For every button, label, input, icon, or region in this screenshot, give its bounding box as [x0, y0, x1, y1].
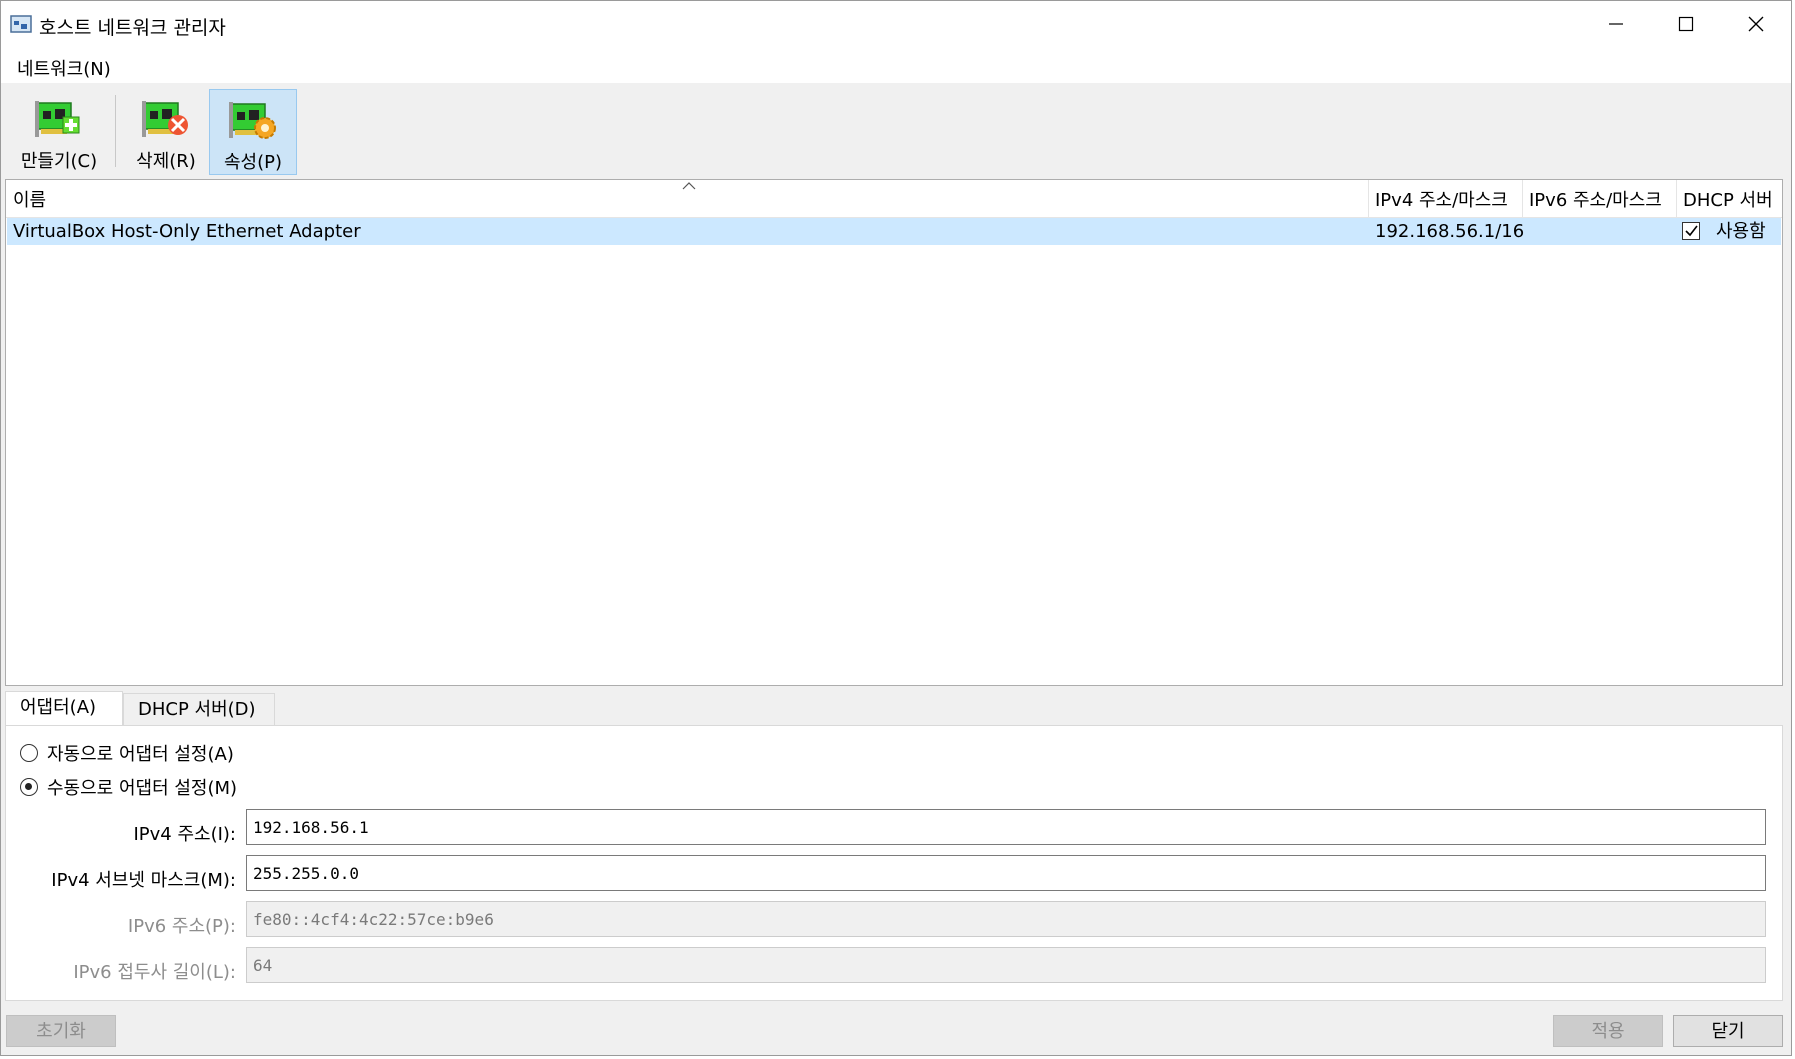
column-ipv4[interactable]: IPv4 주소/마스크 — [1368, 180, 1522, 217]
apply-button[interactable]: 적용 — [1553, 1015, 1663, 1047]
toolbar: 만들기(C) 삭제(R) 속성(P) — [1, 83, 1791, 179]
ipv4-mask-label: IPv4 서브넷 마스크(M): — [51, 870, 236, 891]
title-bar: 호스트 네트워크 관리자 — [1, 1, 1791, 47]
tab-dhcp-server[interactable]: DHCP 서버(D) — [123, 693, 275, 725]
adapter-name: VirtualBox Host-Only Ethernet Adapter — [13, 221, 361, 242]
network-list[interactable]: 이름 IPv4 주소/마스크 IPv6 주소/마스크 DHCP 서버 Virtu… — [5, 179, 1783, 686]
create-button[interactable]: 만들기(C) — [11, 89, 107, 175]
close-window-button[interactable] — [1721, 1, 1791, 47]
maximize-button[interactable] — [1651, 1, 1721, 47]
ipv4-address-label: IPv4 주소(I): — [133, 824, 236, 845]
checkmark-icon — [1685, 225, 1698, 237]
ipv6-address-label: IPv6 주소(P): — [127, 916, 236, 937]
app-network-icon — [10, 14, 32, 34]
radio-checked[interactable] — [20, 778, 38, 796]
properties-label: 속성(P) — [223, 152, 283, 173]
maximize-icon — [1678, 16, 1694, 32]
ipv6-prefix-label: IPv6 접두사 길이(L): — [73, 962, 236, 983]
minimize-button[interactable] — [1581, 1, 1651, 47]
menu-bar: 네트워크(N) — [1, 47, 1791, 83]
auto-config-label: 자동으로 어댑터 설정(A) — [47, 744, 234, 765]
detail-tabs: 어댑터(A) DHCP 서버(D) 자동으로 어댑터 설정(A) 수동으로 어댑… — [5, 691, 1783, 1003]
manual-config-label: 수동으로 어댑터 설정(M) — [47, 778, 238, 799]
properties-button[interactable]: 속성(P) — [209, 89, 297, 175]
network-card-remove-icon — [142, 101, 188, 137]
table-row[interactable]: VirtualBox Host-Only Ethernet Adapter 19… — [7, 218, 1781, 245]
minimize-icon — [1609, 23, 1623, 25]
create-label: 만들기(C) — [20, 151, 98, 172]
column-dhcp[interactable]: DHCP 서버 — [1676, 180, 1782, 217]
sort-ascending-icon — [682, 182, 696, 190]
ipv4-address-input[interactable] — [246, 809, 1766, 845]
adapter-panel: 자동으로 어댑터 설정(A) 수동으로 어댑터 설정(M) IPv4 주소(I)… — [5, 725, 1783, 1001]
menu-network[interactable]: 네트워크(N) — [11, 53, 117, 83]
dhcp-status: 사용함 — [1716, 221, 1766, 242]
manual-config-radio[interactable]: 수동으로 어댑터 설정(M) — [20, 774, 237, 800]
ipv4-mask-input[interactable] — [246, 855, 1766, 891]
ipv6-address-input[interactable] — [246, 901, 1766, 937]
auto-config-radio[interactable]: 자동으로 어댑터 설정(A) — [20, 740, 234, 766]
dhcp-enabled-checkbox[interactable] — [1682, 222, 1700, 240]
host-network-manager-window: 호스트 네트워크 관리자 네트워크(N) 만들기(C) 삭제(R) 속성(P) … — [0, 0, 1792, 1056]
window-title: 호스트 네트워크 관리자 — [39, 17, 226, 39]
reset-button[interactable]: 초기화 — [6, 1015, 116, 1047]
adapter-ipv4: 192.168.56.1/16 — [1375, 221, 1525, 242]
ipv6-prefix-input[interactable] — [246, 947, 1766, 983]
delete-button[interactable]: 삭제(R) — [123, 89, 209, 175]
delete-label: 삭제(R) — [136, 151, 196, 172]
toolbar-separator — [115, 95, 116, 167]
network-card-settings-icon — [229, 102, 276, 139]
radio-unchecked[interactable] — [20, 744, 38, 762]
list-header: 이름 IPv4 주소/마스크 IPv6 주소/마스크 DHCP 서버 — [6, 180, 1782, 218]
column-ipv6[interactable]: IPv6 주소/마스크 — [1522, 180, 1676, 217]
close-icon — [1748, 16, 1764, 32]
close-button[interactable]: 닫기 — [1673, 1015, 1783, 1047]
tab-adapter[interactable]: 어댑터(A) — [5, 691, 123, 725]
network-card-add-icon — [35, 101, 80, 137]
